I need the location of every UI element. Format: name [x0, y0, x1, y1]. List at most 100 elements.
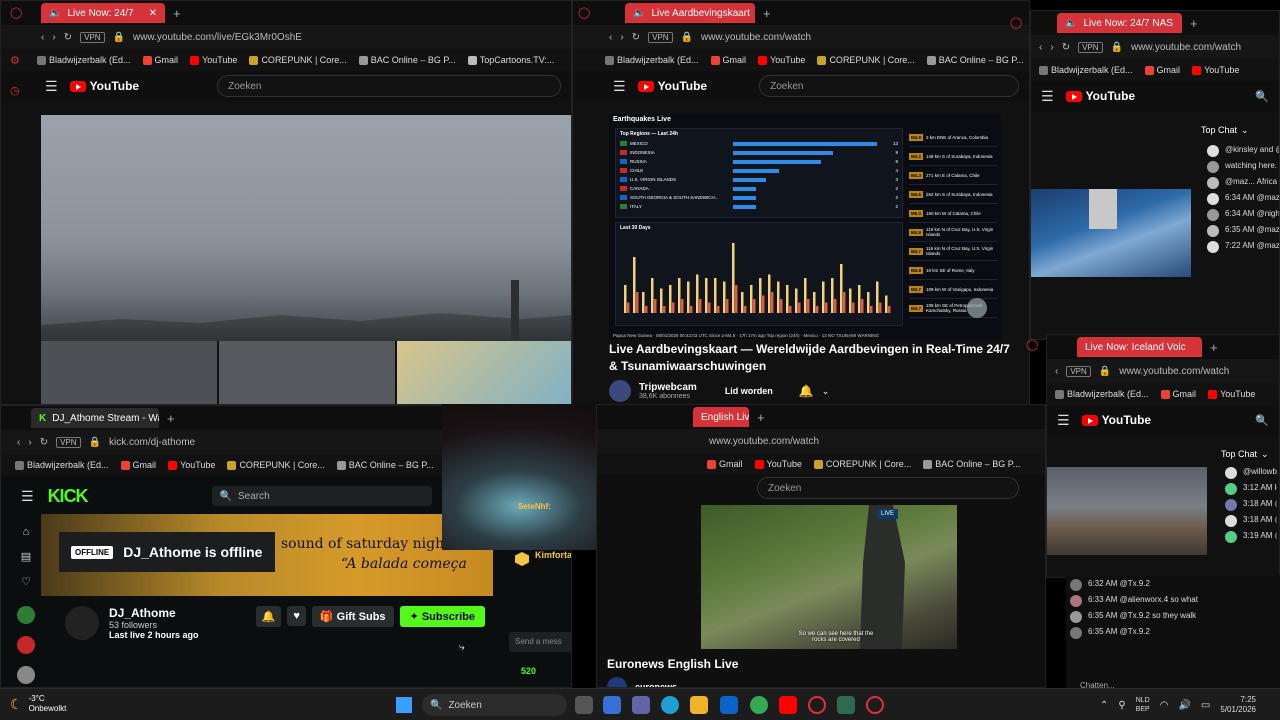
vpn-badge[interactable]: VPN	[56, 436, 81, 448]
bell-icon[interactable]: 🔔	[799, 384, 814, 398]
bookmark-gmail[interactable]: Gmail	[120, 460, 156, 470]
streamer-avatar[interactable]	[65, 606, 99, 640]
menu-icon[interactable]: ☰	[1057, 412, 1070, 429]
chevron-down-icon[interactable]: ⌄	[1261, 449, 1269, 460]
bookmark-bac[interactable]: BAC Online – BG P...	[358, 55, 456, 65]
language-indicator[interactable]: NLD BEP	[1136, 696, 1150, 714]
history-icon[interactable]: ◷	[10, 84, 20, 97]
chat-avatar[interactable]	[1070, 579, 1082, 591]
earthquake-dashboard[interactable]: Earthquakes Live Top Regions — Last 24h …	[609, 114, 1001, 340]
address-bar[interactable]: ‹ › ↻ VPN 🔒 www.youtube.com/live/EGk3Mr0…	[1, 25, 571, 49]
tab-aardbevingskaart[interactable]: 🔈 Live Aardbevingskaart	[625, 3, 755, 23]
bookmark-corepunk[interactable]: COREPUNK | Core...	[817, 55, 915, 65]
chat-user[interactable]: Kimforta	[535, 550, 571, 560]
join-button[interactable]: Lid worden	[725, 386, 773, 396]
store-icon[interactable]	[603, 696, 621, 714]
quake-row[interactable]: M4.2 148 km S of Surabaya, Indonesia	[909, 147, 997, 166]
bookmark-folder[interactable]: Bladwijzerbalk (Ed...	[1039, 65, 1133, 75]
thumb-2[interactable]	[219, 341, 395, 404]
subscribe-button[interactable]: ✦ Subscribe	[399, 606, 485, 627]
chat-avatar[interactable]	[1207, 209, 1219, 221]
offline-banner[interactable]: sound of saturday night “A balada começa…	[41, 514, 493, 596]
chevron-up-icon[interactable]: ⌃	[1100, 700, 1108, 711]
bell-icon[interactable]: 🔔	[255, 606, 282, 627]
weather-widget[interactable]: ☾ -3°C Onbewolkt	[10, 694, 66, 714]
bookmark-youtube[interactable]: YouTube	[190, 55, 237, 65]
sidebar-icon[interactable]: ⚙	[10, 54, 20, 67]
top-chat-label[interactable]: Top Chat	[1201, 125, 1237, 136]
tab-euronews[interactable]: English Live	[693, 407, 749, 427]
teams-icon[interactable]	[632, 696, 650, 714]
back-icon[interactable]: ‹	[609, 32, 612, 43]
bookmark-folder[interactable]: Bladwijzerbalk (Ed...	[1055, 389, 1149, 399]
quake-row[interactable]: M4.9 2 km ENE of Aranca, Colombia	[909, 128, 997, 147]
url-text[interactable]: www.youtube.com/watch	[1131, 42, 1241, 53]
opera-gx-icon[interactable]	[866, 696, 884, 714]
bookmark-youtube[interactable]: YouTube	[168, 460, 215, 470]
file-explorer-icon[interactable]	[690, 696, 708, 714]
taskbar-search[interactable]: 🔍 Zoeken	[422, 694, 567, 716]
bookmark-bac[interactable]: BAC Online – BG P...	[926, 55, 1024, 65]
streamer-name[interactable]: DJ_Athome	[109, 606, 199, 620]
bookmark-youtube[interactable]: YouTube	[754, 459, 802, 469]
bookmark-gmail[interactable]: Gmail	[710, 55, 746, 65]
back-icon[interactable]: ‹	[17, 437, 20, 448]
new-tab-button[interactable]: +	[757, 410, 765, 425]
search-input[interactable]: Zoeken	[759, 75, 1019, 97]
chat-avatar[interactable]	[1225, 467, 1237, 479]
url-text[interactable]: www.youtube.com/live/EGk3Mr0OshE	[133, 32, 302, 43]
forward-icon[interactable]: ›	[620, 32, 623, 43]
new-tab-button[interactable]: +	[763, 6, 771, 21]
bookmark-corepunk[interactable]: COREPUNK | Core...	[227, 460, 325, 470]
address-bar[interactable]: ‹ › ↻ VPN 🔒 www.youtube.com/watch	[573, 25, 1029, 49]
forward-icon[interactable]: ›	[28, 437, 31, 448]
back-icon[interactable]: ‹	[41, 32, 44, 43]
chat-user[interactable]: SeteNhf:	[518, 502, 551, 511]
bookmark-youtube[interactable]: YouTube	[1192, 65, 1239, 75]
tab-kick-djathome[interactable]: K DJ_Athome Stream - Watc	[31, 408, 159, 428]
chat-avatar[interactable]	[1207, 225, 1219, 237]
menu-icon[interactable]: ☰	[21, 488, 34, 505]
bookmark-folder[interactable]: Bladwijzerbalk (Ed...	[15, 460, 109, 470]
tab-iceland-volcano[interactable]: Live Now: Iceland Volc	[1077, 337, 1202, 357]
opera-icon[interactable]: ◯	[10, 6, 22, 19]
new-tab-button[interactable]: +	[1190, 16, 1198, 31]
bookmark-bac[interactable]: BAC Online – BG P...	[923, 459, 1020, 469]
new-tab-button[interactable]: +	[167, 411, 175, 426]
outlook-icon[interactable]	[720, 696, 738, 714]
chat-avatar[interactable]	[1225, 499, 1237, 511]
followed-channel-avatar[interactable]	[17, 606, 35, 624]
search-input[interactable]: Zoeken	[757, 477, 1019, 499]
kick-logo[interactable]: KICK	[48, 486, 89, 507]
video-player[interactable]	[41, 115, 571, 341]
youtube-logo[interactable]: YouTube	[1081, 413, 1151, 427]
menu-icon[interactable]: ☰	[45, 78, 58, 95]
chevron-down-icon[interactable]: ⌄	[1241, 125, 1249, 136]
task-view-icon[interactable]	[575, 696, 593, 714]
quake-row[interactable]: M4.3 271 km E of Calama, Chile	[909, 166, 997, 185]
thumb-1[interactable]	[41, 341, 217, 404]
chat-avatar[interactable]	[1225, 483, 1237, 495]
bookmark-gmail[interactable]: Gmail	[1160, 389, 1196, 399]
chevron-down-icon[interactable]: ⌄	[822, 386, 830, 397]
url-text[interactable]: kick.com/dj-athome	[109, 437, 195, 448]
search-input[interactable]: Zoeken	[217, 75, 561, 97]
youtube-logo[interactable]: YouTube	[69, 79, 139, 93]
followed-channel-avatar[interactable]	[17, 666, 35, 684]
bookmark-corepunk[interactable]: COREPUNK | Core...	[249, 55, 347, 65]
menu-icon[interactable]: ☰	[613, 78, 626, 95]
chat-avatar[interactable]	[1207, 241, 1219, 253]
browse-icon[interactable]: ▤	[21, 550, 31, 563]
tab-live-now[interactable]: 🔈 Live Now: 24/7 ✕	[41, 3, 165, 23]
bookmark-gmail[interactable]: Gmail	[1144, 65, 1180, 75]
bookmark-gmail[interactable]: Gmail	[707, 459, 743, 469]
tab-nasa-live[interactable]: 🔈 Live Now: 24/7 NAS	[1057, 13, 1182, 33]
quake-row[interactable]: M4.8 10 km SE of Rome, Italy	[909, 261, 997, 280]
bookmark-folder[interactable]: Bladwijzerbalk (Ed...	[37, 55, 131, 65]
chat-avatar[interactable]	[1207, 161, 1219, 173]
quake-row[interactable]: M4.7 116 km N of Cruz Bay, U.S. Virgin Is…	[909, 242, 997, 261]
bookmark-corepunk[interactable]: COREPUNK | Core...	[813, 459, 911, 469]
following-icon[interactable]: ♡	[21, 575, 31, 588]
forward-icon[interactable]: ›	[1050, 42, 1053, 53]
channel-name[interactable]: Tripwebcam	[639, 382, 697, 393]
